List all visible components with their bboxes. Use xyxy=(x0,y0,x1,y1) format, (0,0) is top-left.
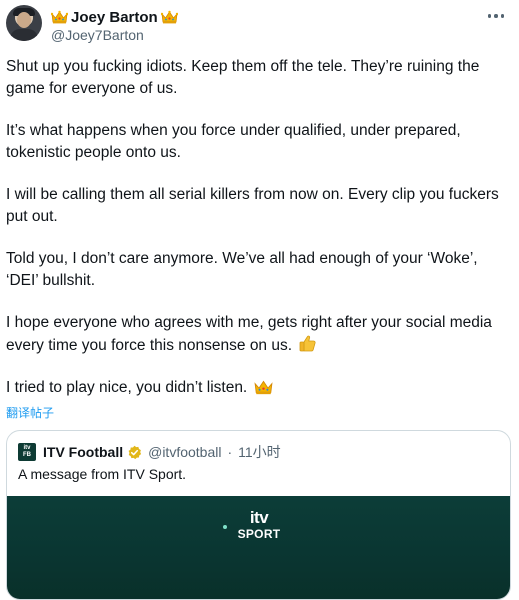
quoted-tweet-header: itv FB ITV Football @itvfootball · 11小时 xyxy=(18,443,281,461)
crown-emoji-icon xyxy=(51,10,68,24)
tweet-paragraph: Told you, I don’t care anymore. We’ve al… xyxy=(6,250,478,289)
avatar-shirt xyxy=(10,29,38,41)
itv-football-avatar-icon[interactable]: itv FB xyxy=(18,443,36,461)
tweet-paragraph-with-emoji: I hope everyone who agrees with me, gets… xyxy=(6,312,511,357)
quoted-timestamp[interactable]: 11小时 xyxy=(238,442,281,462)
tweet-header: Joey Barton @Joey7Barton xyxy=(0,0,519,50)
avatar-face xyxy=(17,12,31,28)
tweet-paragraph: I hope everyone who agrees with me, gets… xyxy=(6,314,492,354)
tweet-paragraph: It’s what happens when you force under q… xyxy=(6,122,461,161)
crown-emoji-icon xyxy=(160,10,178,24)
user-handle[interactable]: @Joey7Barton xyxy=(51,27,144,43)
crown-emoji-icon xyxy=(254,380,273,395)
itv-logo-dot xyxy=(223,525,227,529)
more-options-icon[interactable] xyxy=(484,8,508,24)
thumbs-up-emoji-icon xyxy=(299,335,316,352)
tweet-paragraph: Shut up you fucking idiots. Keep them of… xyxy=(6,58,480,97)
itv-logo-top: itv xyxy=(249,508,269,527)
quoted-tweet[interactable]: itv FB ITV Football @itvfootball · 11小时 A… xyxy=(6,430,511,600)
separator-dot: · xyxy=(227,444,233,460)
tweet-text: Shut up you fucking idiots. Keep them of… xyxy=(6,56,511,399)
gold-verified-badge-icon xyxy=(128,445,142,459)
itv-sport-logo: itv SPORT xyxy=(233,508,285,542)
quoted-tweet-text: A message from ITV Sport. xyxy=(18,466,187,482)
name-line[interactable]: Joey Barton xyxy=(51,7,178,27)
itv-logo-bottom: SPORT xyxy=(237,527,281,541)
tweet-paragraph-with-emoji: I tried to play nice, you didn’t listen. xyxy=(6,377,511,399)
quoted-media[interactable]: itv SPORT xyxy=(7,496,510,599)
tweet-paragraph: I tried to play nice, you didn’t listen. xyxy=(6,379,248,396)
translate-post-link[interactable]: 翻译帖子 xyxy=(6,404,54,421)
tweet-paragraph: I will be calling them all serial killer… xyxy=(6,186,499,225)
display-name[interactable]: Joey Barton xyxy=(71,9,158,26)
quoted-display-name[interactable]: ITV Football xyxy=(43,444,123,460)
avatar[interactable] xyxy=(6,5,42,41)
quoted-handle[interactable]: @itvfootball xyxy=(148,444,221,460)
